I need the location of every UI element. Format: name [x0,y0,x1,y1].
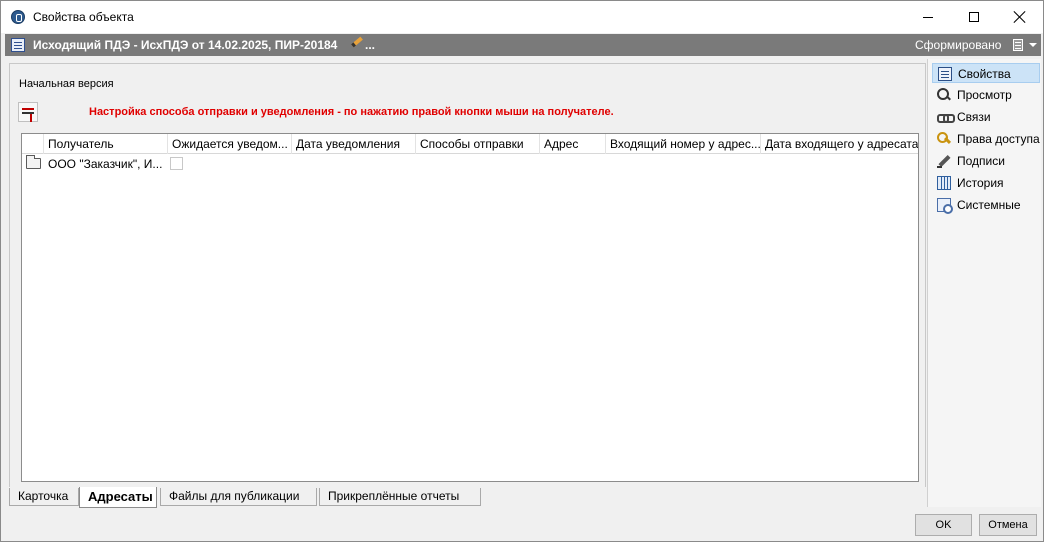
version-label: Начальная версия [19,78,114,90]
pencil-icon[interactable] [351,36,363,48]
object-status: Сформировано [915,38,1002,52]
sidebar-item-history[interactable]: История [932,173,1040,193]
addressees-panel: Начальная версия Настройка способа отпра… [9,63,926,487]
object-header-bar: Исходящий ПДЭ - ИсхПДЭ от 14.02.2025, ПИ… [5,34,1041,56]
status-menu-icon[interactable] [1013,39,1023,51]
recipient-cell[interactable]: ООО "Заказчик", И... [48,157,166,171]
column-header-address[interactable]: Адрес [540,134,606,154]
hint-message: Настройка способа отправки и уведомления… [89,106,614,118]
object-title: Исходящий ПДЭ - ИсхПДЭ от 14.02.2025, ПИ… [33,38,338,52]
sidebar-item-label: Свойства [958,67,1011,81]
column-header-notification-date[interactable]: Дата уведомления [292,134,416,154]
sidebar-item-label: Системные [957,198,1021,212]
tab-addressees[interactable]: Адресаты [79,487,157,508]
sidebar-item-label: История [957,176,1004,190]
maximize-icon [969,12,979,22]
table-row[interactable]: ООО "Заказчик", И... [22,155,918,173]
right-sidebar: Свойства Просмотр Связи Права доступа По… [927,59,1041,507]
close-button[interactable] [997,1,1043,33]
column-header-recipient[interactable]: Получатель [44,134,168,154]
column-header-send-methods[interactable]: Способы отправки [416,134,540,154]
system-settings-icon [937,198,953,214]
filter-button[interactable] [18,102,38,122]
tab-publication-files[interactable]: Файлы для публикации [160,488,317,506]
recipients-grid[interactable]: Получатель Ожидается уведом... Дата увед… [21,133,919,482]
keys-icon [937,132,951,146]
folder-icon [26,155,41,169]
title-bar: Свойства объекта [1,1,1043,33]
object-properties-window: Свойства объекта Исходящий ПДЭ - ИсхПДЭ … [0,0,1044,542]
sidebar-item-links[interactable]: Связи [932,107,1040,127]
cancel-button[interactable]: Отмена [979,514,1037,536]
chevron-down-icon[interactable] [1029,43,1037,47]
close-icon [1014,11,1026,23]
object-title-ellipsis: ... [365,38,376,52]
properties-icon [938,67,952,81]
minimize-icon [923,16,933,18]
sidebar-item-label: Просмотр [957,88,1012,102]
grid-header: Получатель Ожидается уведом... Дата увед… [22,134,918,154]
window-title: Свойства объекта [33,10,134,24]
app-logo-icon [11,10,25,24]
sidebar-item-label: Подписи [957,154,1005,168]
chain-link-icon [937,110,955,124]
pen-icon [937,154,951,168]
sidebar-item-signatures[interactable]: Подписи [932,151,1040,171]
sidebar-item-system[interactable]: Системные [932,195,1040,215]
sidebar-item-label: Права доступа [957,132,1040,146]
filter-icon [22,108,34,122]
column-header-incoming-date[interactable]: Дата входящего у адресата [761,134,918,154]
column-header-incoming-number[interactable]: Входящий номер у адрес... [606,134,761,154]
document-type-icon [11,38,25,52]
sidebar-item-access-rights[interactable]: Права доступа [932,129,1040,149]
magnifier-icon [937,88,951,102]
tab-attached-reports[interactable]: Прикреплённые отчеты [319,488,481,506]
column-header-indicator[interactable] [22,134,44,154]
sidebar-item-view[interactable]: Просмотр [932,85,1040,105]
sidebar-item-properties[interactable]: Свойства [932,63,1040,83]
column-header-notification-expected[interactable]: Ожидается уведом... [168,134,292,154]
tab-card[interactable]: Карточка [9,488,79,506]
notification-expected-checkbox[interactable] [170,157,183,170]
minimize-button[interactable] [905,1,951,33]
ok-button[interactable]: OK [915,514,972,536]
sidebar-item-label: Связи [957,110,991,124]
history-books-icon [937,176,951,190]
maximize-button[interactable] [951,1,997,33]
